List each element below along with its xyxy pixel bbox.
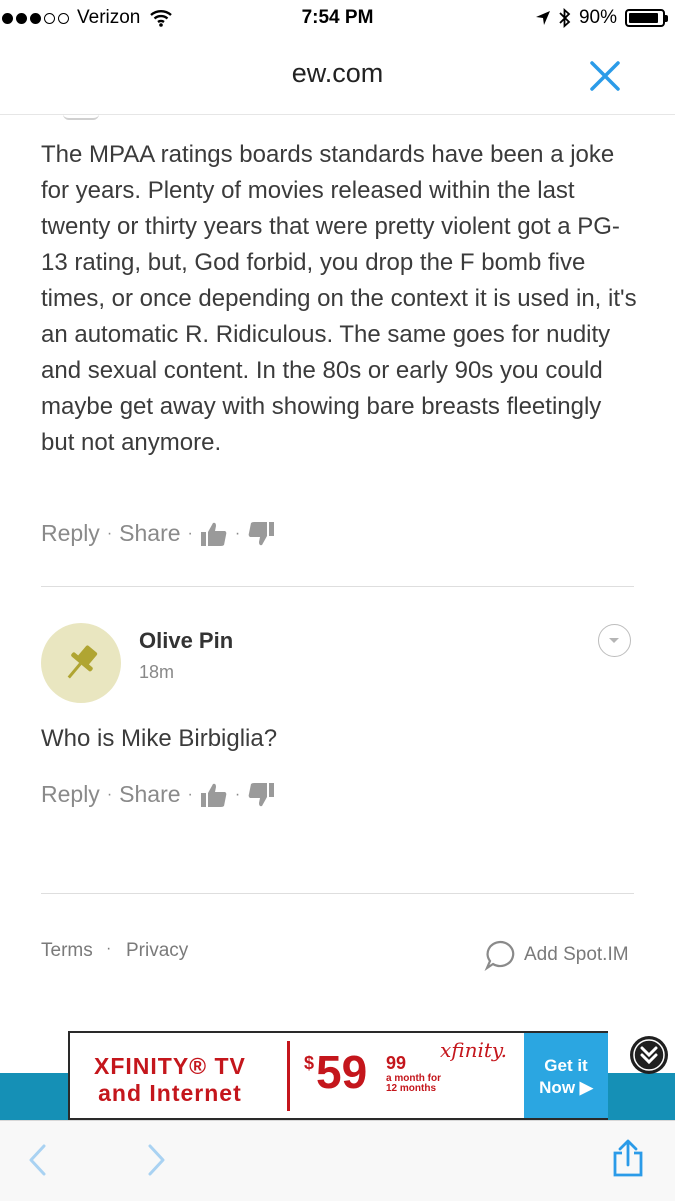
status-bar: Verizon 7:54 PM 90% — [0, 0, 675, 40]
reply-button[interactable]: Reply — [41, 520, 100, 547]
ad-price: $59 — [304, 1045, 367, 1099]
chevron-down-icon — [609, 638, 619, 643]
separator-dot: · — [187, 524, 193, 542]
battery-percent: 90% — [578, 7, 617, 28]
add-spotim-link[interactable]: Add Spot.IM — [484, 939, 629, 971]
ad-price-whole: 59 — [316, 1046, 368, 1098]
share-button[interactable]: Share — [119, 781, 180, 808]
separator-dot: · — [187, 785, 193, 803]
comment-menu-button[interactable] — [598, 624, 631, 657]
forward-chevron-icon[interactable] — [144, 1143, 168, 1177]
ad-fine-print-line2: 12 months — [386, 1083, 437, 1094]
back-chevron-icon[interactable] — [26, 1143, 50, 1177]
reply-button[interactable]: Reply — [41, 781, 100, 808]
xfinity-ad-banner[interactable]: XFINITY® TV and Internet $59 99 a month … — [68, 1031, 608, 1120]
comment-body: Who is Mike Birbiglia? — [41, 725, 278, 752]
separator-dot: · — [106, 524, 113, 542]
separator-dot: · — [234, 785, 241, 803]
thumbs-down-icon[interactable] — [247, 521, 275, 547]
ad-headline-line1: XFINITY® TV — [94, 1053, 246, 1079]
comment-timestamp: 18m — [139, 662, 175, 682]
ad-collapse-button[interactable] — [630, 1036, 668, 1074]
ad-price-symbol: $ — [304, 1053, 315, 1073]
ad-cta-button[interactable]: Get it Now ▶ — [524, 1033, 608, 1118]
thumbs-up-icon[interactable] — [200, 782, 228, 808]
thumbs-up-icon[interactable] — [200, 521, 228, 547]
thumbs-down-icon[interactable] — [247, 782, 275, 808]
xfinity-logo: xfinity. — [440, 1038, 507, 1062]
share-button[interactable]: Share — [119, 520, 180, 547]
avatar[interactable] — [41, 623, 121, 703]
comment-body: The MPAA ratings boards standards have b… — [41, 141, 637, 456]
ad-headline-line2: and Internet — [98, 1080, 242, 1106]
terms-link[interactable]: Terms — [41, 940, 93, 962]
status-right: 90% — [535, 7, 668, 29]
add-spotim-label: Add Spot.IM — [524, 944, 629, 965]
separator-dot: · — [106, 785, 113, 803]
ad-fine-print: a month for 12 months — [386, 1074, 441, 1094]
previous-avatar-edge — [63, 114, 99, 120]
ad-cta-line2: Now ▶ — [539, 1078, 593, 1097]
share-icon[interactable] — [610, 1139, 646, 1179]
double-chevron-down-icon — [633, 1039, 665, 1071]
comment-actions: Reply · Share · · — [41, 781, 275, 808]
ad-divider — [287, 1041, 290, 1111]
bluetooth-icon — [559, 8, 571, 28]
separator-dot: · — [234, 524, 241, 542]
privacy-link[interactable]: Privacy — [126, 940, 188, 962]
browser-title-bar: ew.com — [0, 40, 675, 115]
browser-toolbar — [0, 1120, 675, 1201]
divider — [41, 586, 634, 587]
close-icon[interactable] — [587, 58, 623, 94]
ad-headline: XFINITY® TV and Internet — [94, 1053, 246, 1107]
pushpin-icon — [67, 645, 98, 679]
ad-price-cents: 99 — [386, 1053, 407, 1073]
chat-bubble-icon — [484, 940, 515, 971]
battery-icon — [625, 9, 668, 27]
location-arrow-icon — [535, 11, 550, 25]
comment-actions: Reply · Share · · — [41, 520, 275, 547]
ad-cta-line1: Get it — [544, 1056, 588, 1075]
page-title: ew.com — [291, 58, 384, 88]
divider — [41, 893, 634, 894]
separator-dot: · — [106, 940, 112, 957]
comment-author[interactable]: Olive Pin — [139, 628, 233, 654]
